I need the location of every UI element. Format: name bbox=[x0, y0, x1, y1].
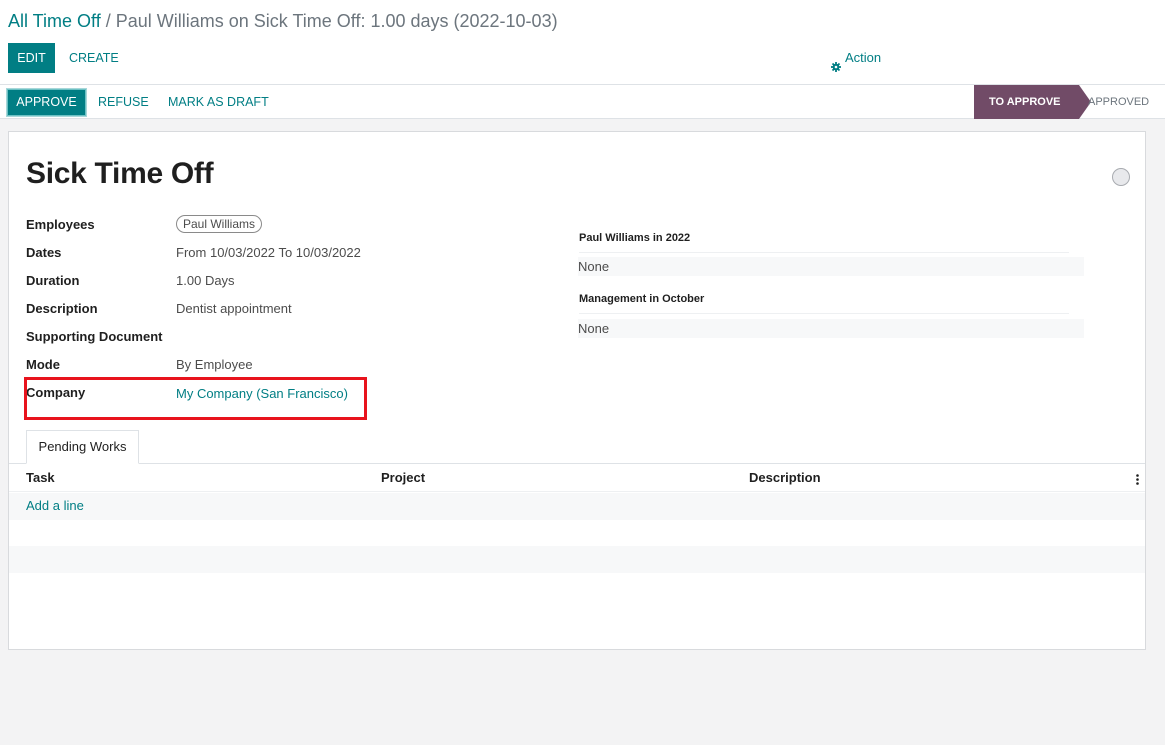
employees-value: Paul Williams bbox=[176, 215, 263, 233]
breadcrumb-separator: / bbox=[105, 11, 111, 31]
status-bar: APPROVE REFUSE MARK AS DRAFT TO APPROVE … bbox=[0, 84, 1165, 119]
add-line-link[interactable]: Add a line bbox=[26, 498, 84, 513]
breadcrumb: All Time Off / Paul Williams on Sick Time … bbox=[8, 9, 558, 33]
column-project[interactable]: Project bbox=[381, 464, 425, 492]
refuse-button[interactable]: REFUSE bbox=[98, 89, 149, 116]
column-description[interactable]: Description bbox=[749, 464, 821, 492]
employees-label: Employees bbox=[26, 217, 95, 232]
control-panel: All Time Off / Paul Williams on Sick Time … bbox=[0, 0, 1165, 119]
mode-value: By Employee bbox=[176, 357, 253, 372]
status-indicator[interactable] bbox=[1112, 168, 1130, 186]
duration-unit: Days bbox=[204, 273, 235, 288]
column-options-icon[interactable] bbox=[1136, 473, 1139, 485]
table-row bbox=[9, 546, 1145, 573]
form-title: Sick Time Off bbox=[26, 157, 214, 190]
date-to-value: 10/03/2022 bbox=[295, 245, 361, 260]
stage-approved[interactable]: APPROVED bbox=[1088, 85, 1149, 119]
date-from-value: 10/03/2022 bbox=[209, 245, 276, 260]
mark-as-draft-button[interactable]: MARK AS DRAFT bbox=[168, 89, 269, 116]
description-value: Dentist appointment bbox=[176, 301, 292, 316]
edit-button[interactable]: EDIT bbox=[8, 43, 55, 73]
dates-from-label: From bbox=[176, 245, 207, 260]
stage-to-approve[interactable]: TO APPROVE bbox=[974, 85, 1091, 119]
dates-value: From 10/03/2022 To 10/03/2022 bbox=[176, 245, 361, 260]
form-sheet: Sick Time Off Employees Paul Williams Da… bbox=[8, 131, 1146, 650]
description-label: Description bbox=[26, 301, 98, 316]
duration-number: 1.00 bbox=[176, 273, 202, 288]
management-month-value: None bbox=[578, 319, 1084, 338]
employee-year-title: Paul Williams in 2022 bbox=[579, 232, 1069, 253]
tab-pending-works[interactable]: Pending Works bbox=[26, 430, 139, 464]
create-button[interactable]: CREATE bbox=[69, 43, 119, 73]
employee-year-value: None bbox=[578, 257, 1084, 276]
employee-tag[interactable]: Paul Williams bbox=[176, 215, 263, 233]
breadcrumb-current: Paul Williams on Sick Time Off: 1.00 day… bbox=[115, 11, 558, 31]
action-menu-button[interactable]: Action bbox=[831, 43, 881, 73]
gear-icon bbox=[831, 53, 841, 72]
supporting-document-label: Supporting Document bbox=[26, 329, 163, 344]
duration-value: 1.00 Days bbox=[176, 273, 235, 288]
column-task[interactable]: Task bbox=[26, 464, 55, 492]
mode-label: Mode bbox=[26, 357, 60, 372]
table-row: Add a line bbox=[9, 493, 1145, 520]
dates-to-label: To bbox=[278, 245, 293, 260]
company-highlight-box bbox=[24, 377, 367, 420]
table-header: Task Project Description bbox=[9, 464, 1145, 492]
management-month-title: Management in October bbox=[579, 293, 1069, 314]
action-label: Action bbox=[845, 50, 882, 65]
dates-label: Dates bbox=[26, 245, 62, 260]
duration-label: Duration bbox=[26, 273, 80, 288]
approve-button[interactable]: APPROVE bbox=[7, 89, 86, 116]
table-row bbox=[9, 520, 1145, 547]
breadcrumb-root-link[interactable]: All Time Off bbox=[8, 11, 101, 31]
